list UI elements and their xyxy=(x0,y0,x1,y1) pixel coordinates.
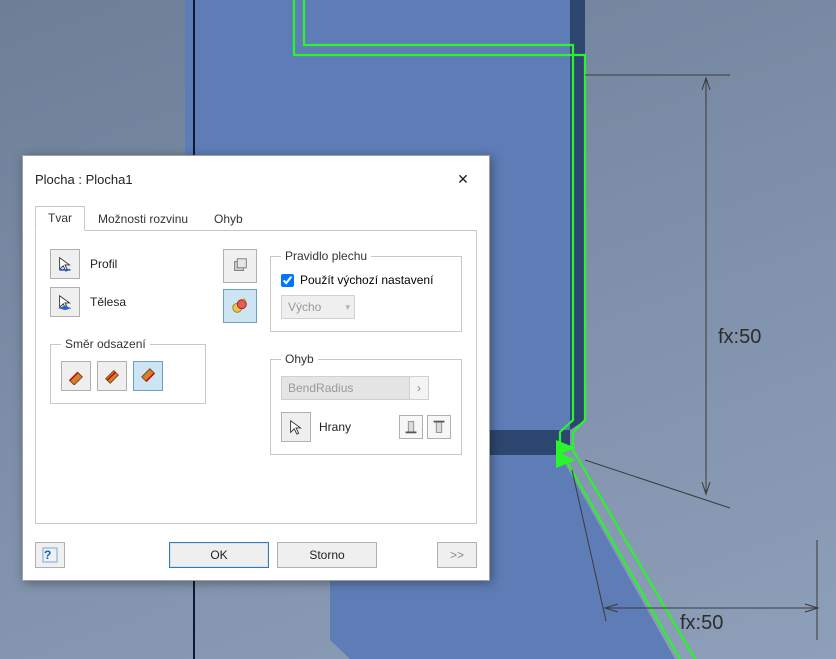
bend-radius-value: BendRadius xyxy=(288,381,409,395)
offset-a-icon xyxy=(67,367,85,385)
close-button[interactable]: ✕ xyxy=(447,168,479,190)
align-b-icon xyxy=(430,418,448,436)
bodies-label: Tělesa xyxy=(90,288,126,316)
offset-mid-icon xyxy=(103,367,121,385)
bend-fieldset: Ohyb BendRadius › xyxy=(270,352,462,455)
pick-edges-button[interactable] xyxy=(281,412,311,442)
tab-unfold[interactable]: Možnosti rozvinu xyxy=(85,207,201,231)
bend-radius-field: BendRadius › xyxy=(281,376,429,400)
ok-button[interactable]: OK xyxy=(169,542,269,568)
svg-text:?: ? xyxy=(44,548,51,562)
pick-profile-button[interactable] xyxy=(50,249,80,279)
viewport[interactable]: fx:50 fx:50 Plocha : Plocha1 ✕ Tvar Možn… xyxy=(0,0,836,659)
sheet-rule-fieldset: Pravidlo plechu Použít výchozí nastavení… xyxy=(270,249,462,332)
edges-label: Hrany xyxy=(319,413,351,441)
tab-shape-body: Profil Tělesa Směr odsazení xyxy=(35,231,477,524)
offset-side-b-button[interactable] xyxy=(133,361,163,391)
face-dialog: Plocha : Plocha1 ✕ Tvar Možnosti rozvinu… xyxy=(22,155,490,581)
use-default-label: Použít výchozí nastavení xyxy=(300,273,433,287)
dimension-right xyxy=(585,75,730,508)
sheet-rule-select-value: Výcho xyxy=(288,300,321,314)
dimension-value-right[interactable]: fx:50 xyxy=(718,326,761,349)
edge-align-a-button[interactable] xyxy=(399,415,423,439)
tab-shape[interactable]: Tvar xyxy=(35,206,85,231)
use-default-checkbox[interactable] xyxy=(281,274,294,287)
edge-align-b-button[interactable] xyxy=(427,415,451,439)
dialog-buttons: ? OK Storno >> xyxy=(23,534,489,580)
pick-bodies-button[interactable] xyxy=(50,287,80,317)
chevron-down-icon: ▾ xyxy=(345,302,350,313)
join-button[interactable] xyxy=(223,289,257,323)
offset-b-icon xyxy=(139,367,157,385)
profile-label: Profil xyxy=(90,250,117,278)
help-icon: ? xyxy=(42,547,58,563)
chevron-right-icon: › xyxy=(417,381,421,395)
dialog-title: Plocha : Plocha1 xyxy=(35,172,133,187)
tabs: Tvar Možnosti rozvinu Ohyb xyxy=(35,204,477,231)
new-solid-icon xyxy=(231,257,249,275)
help-button[interactable]: ? xyxy=(35,542,65,568)
join-icon xyxy=(231,297,249,315)
bend-radius-flyout[interactable]: › xyxy=(409,377,428,399)
tab-bend[interactable]: Ohyb xyxy=(201,207,256,231)
cancel-button[interactable]: Storno xyxy=(277,542,377,568)
dialog-titlebar[interactable]: Plocha : Plocha1 ✕ xyxy=(23,156,489,194)
cursor-icon xyxy=(56,255,74,273)
new-solid-button[interactable] xyxy=(223,249,257,283)
sheet-rule-legend: Pravidlo plechu xyxy=(281,249,371,263)
use-default-row[interactable]: Použít výchozí nastavení xyxy=(281,273,451,287)
close-icon: ✕ xyxy=(457,171,469,188)
direction-arrow-right-2 xyxy=(556,452,576,468)
bend-legend: Ohyb xyxy=(281,352,318,366)
sheet-rule-select: Výcho ▾ xyxy=(281,295,355,319)
cursor-solid-icon xyxy=(56,293,74,311)
cursor-icon xyxy=(287,418,305,436)
left-column: Profil Tělesa Směr odsazení xyxy=(50,249,210,455)
operation-column xyxy=(210,249,270,455)
align-a-icon xyxy=(402,418,420,436)
more-button[interactable]: >> xyxy=(437,542,477,568)
dimension-value-bottom[interactable]: fx:50 xyxy=(680,612,723,635)
offset-mid-button[interactable] xyxy=(97,361,127,391)
right-column: Pravidlo plechu Použít výchozí nastavení… xyxy=(270,249,462,455)
offset-fieldset: Směr odsazení xyxy=(50,337,206,404)
offset-legend: Směr odsazení xyxy=(61,337,150,351)
offset-side-a-button[interactable] xyxy=(61,361,91,391)
